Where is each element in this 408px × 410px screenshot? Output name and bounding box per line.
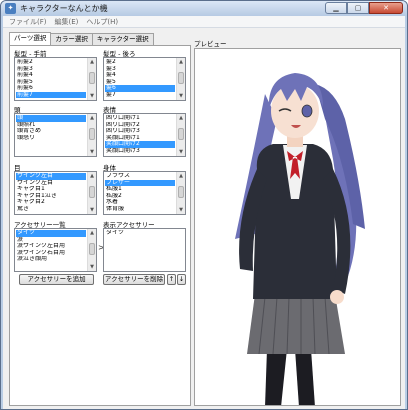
tab-character[interactable]: キャラクター選択 <box>91 33 154 45</box>
client-area: パーツ選択 カラー選択 キャラクター選択 髪型 - 手前 前髪2 前髪3 前髪4 前髪… <box>3 28 405 409</box>
expression-list[interactable]: 困り口開け1 困り口開け2 困り口開け3 笑顔口開け1 笑顔口開け2 笑顔口開け3 ▲ ▼ <box>103 113 186 157</box>
window-title: キャラクターなんとか機 <box>20 4 108 13</box>
tab-strip: パーツ選択 カラー選択 キャラクター選択 <box>9 32 154 45</box>
maximize-button[interactable]: ▢ <box>347 2 369 14</box>
scrollbar[interactable]: ▲ ▼ <box>176 172 185 214</box>
preview-pane <box>194 48 401 406</box>
menu-bar: ファイル(F) 編集(E) ヘルプ(H) <box>3 16 405 28</box>
list-item[interactable]: 驚き <box>16 206 86 213</box>
scroll-thumb[interactable] <box>89 243 95 255</box>
scrollbar[interactable]: ▲ ▼ <box>87 172 96 214</box>
open-eye-shape <box>301 104 313 118</box>
tab-colors[interactable]: カラー選択 <box>50 33 93 45</box>
scroll-down-arrow-icon[interactable]: ▼ <box>88 206 96 214</box>
list-item[interactable]: タイツ <box>105 230 175 237</box>
menu-file[interactable]: ファイル(F) <box>9 17 47 27</box>
tab-parts[interactable]: パーツ選択 <box>9 32 52 45</box>
scrollbar[interactable]: ▲ ▼ <box>87 58 96 100</box>
eyes-list[interactable]: ウインク左目 ウインク左目 ギャグ目1 ギャグ目1泣き ギャグ目2 驚き ▲ ▼ <box>14 171 97 215</box>
front-hair-list[interactable]: 前髪2 前髪3 前髪4 前髪5 前髪6 前髪7 ▲ ▼ <box>14 57 97 101</box>
scroll-down-arrow-icon[interactable]: ▼ <box>88 92 96 100</box>
hand-shape <box>330 290 344 304</box>
add-accessory-button[interactable]: アクセサリーを追加 <box>19 274 94 285</box>
scroll-up-arrow-icon[interactable]: ▲ <box>177 58 185 66</box>
accessory-list[interactable]: タイツ涙涙ウインク左目用 涙ウインク右目用 涙泣き顔用 ▲ ▼ <box>14 228 97 272</box>
display-accessory-list[interactable]: タイツ <box>103 228 186 272</box>
scroll-down-arrow-icon[interactable]: ▼ <box>177 206 185 214</box>
close-button[interactable]: ✕ <box>369 2 403 14</box>
scroll-down-arrow-icon[interactable]: ▼ <box>88 263 96 271</box>
remove-accessory-button[interactable]: アクセサリーを削除 <box>103 274 165 285</box>
scroll-up-arrow-icon[interactable]: ▲ <box>88 114 96 122</box>
back-hair-list[interactable]: 髪2 髪3 髪4 髪5 髪6 髪7 ▲ ▼ <box>103 57 186 101</box>
parts-panel: 髪型 - 手前 前髪2 前髪3 前髪4 前髪5 前髪6 前髪7 ▲ ▼ 髪型 - 後ろ 髪2 髪… <box>9 45 191 406</box>
scroll-thumb[interactable] <box>178 72 184 84</box>
app-icon: ✦ <box>5 3 16 14</box>
scroll-up-arrow-icon[interactable]: ▲ <box>88 229 96 237</box>
scroll-up-arrow-icon[interactable]: ▲ <box>88 58 96 66</box>
list-item[interactable]: 笑顔口開け3 <box>105 148 175 155</box>
scroll-down-arrow-icon[interactable]: ▼ <box>177 92 185 100</box>
preview-label: プレビュー <box>194 40 227 48</box>
scroll-thumb[interactable] <box>178 186 184 198</box>
menu-help[interactable]: ヘルプ(H) <box>86 17 118 27</box>
title-bar[interactable]: ✦ キャラクターなんとか機 ▁ ▢ ✕ <box>1 1 407 16</box>
scrollbar[interactable]: ▲ ▼ <box>87 114 96 156</box>
list-item[interactable]: 体育服 <box>105 206 175 213</box>
scroll-thumb[interactable] <box>89 186 95 198</box>
scroll-down-arrow-icon[interactable]: ▼ <box>177 148 185 156</box>
scroll-thumb[interactable] <box>89 72 95 84</box>
scroll-thumb[interactable] <box>89 128 95 140</box>
minimize-button[interactable]: ▁ <box>325 2 347 14</box>
menu-edit[interactable]: 編集(E) <box>55 17 79 27</box>
list-item[interactable]: 頭怒り <box>16 135 86 142</box>
legs-shape <box>265 349 315 405</box>
scroll-up-arrow-icon[interactable]: ▲ <box>177 172 185 180</box>
head-list[interactable]: 頭頭照れ 頭青ざめ 頭怒り ▲ ▼ <box>14 113 97 157</box>
scroll-down-arrow-icon[interactable]: ▼ <box>88 148 96 156</box>
app-window: ✦ キャラクターなんとか機 ▁ ▢ ✕ ファイル(F) 編集(E) ヘルプ(H)… <box>0 0 408 410</box>
list-item[interactable]: 前髪7 <box>16 91 86 98</box>
character-illustration <box>235 73 365 405</box>
move-down-button[interactable]: ↓ <box>177 274 186 285</box>
scroll-thumb[interactable] <box>178 128 184 140</box>
body-list[interactable]: ブラウス ブレザー 私服1 私服2 水着 体育服 ▲ ▼ <box>103 171 186 215</box>
move-up-button[interactable]: ↑ <box>167 274 176 285</box>
scrollbar[interactable]: ▲ ▼ <box>87 229 96 271</box>
scroll-up-arrow-icon[interactable]: ▲ <box>177 114 185 122</box>
list-item[interactable]: 髪7 <box>105 92 175 99</box>
scrollbar[interactable]: ▲ ▼ <box>176 114 185 156</box>
scroll-up-arrow-icon[interactable]: ▲ <box>88 172 96 180</box>
list-item[interactable]: 涙泣き顔用 <box>16 256 86 263</box>
scrollbar[interactable]: ▲ ▼ <box>176 58 185 100</box>
